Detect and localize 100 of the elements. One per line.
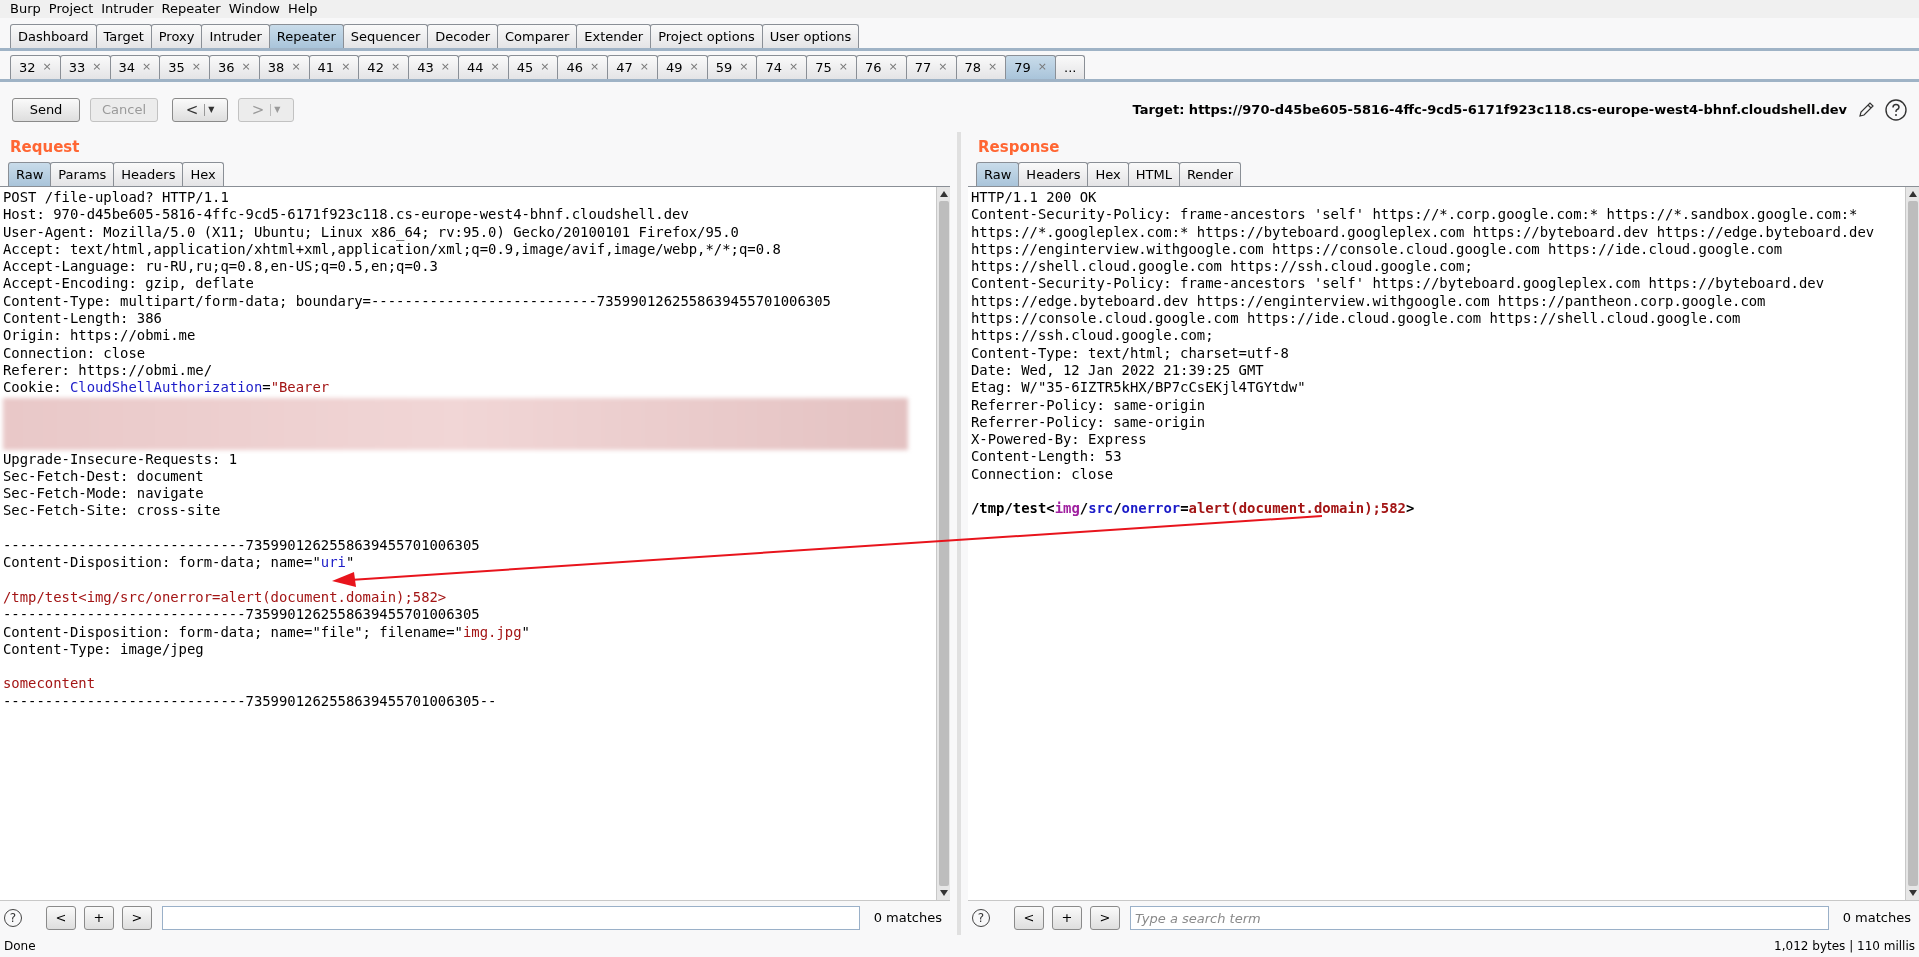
scroll-down-icon[interactable] [1908, 890, 1917, 896]
request-tab[interactable]: 78 × [955, 55, 1007, 79]
request-tab[interactable]: 76 × [856, 55, 907, 79]
tab[interactable]: Hex [1087, 162, 1129, 186]
tab[interactable]: Target [95, 24, 152, 48]
code-line: Content-Type: image/jpeg [3, 640, 204, 659]
tab[interactable]: Extender [576, 24, 652, 48]
send-button[interactable]: Send [12, 98, 80, 122]
request-tab[interactable]: 74 × [756, 55, 808, 79]
response-stats: 1,012 bytes | 110 millis [1774, 938, 1915, 955]
code-line: Sec-Fetch-Dest: document [3, 467, 204, 486]
menu-item[interactable]: Intruder [101, 0, 154, 19]
tab[interactable]: Params [50, 162, 115, 186]
request-tab[interactable]: 34 × [109, 55, 161, 79]
tab[interactable]: Decoder [427, 24, 499, 48]
close-icon[interactable]: × [42, 59, 52, 76]
scroll-down-icon[interactable] [939, 890, 948, 896]
close-icon[interactable]: × [888, 59, 898, 76]
request-tab[interactable]: 38 × [258, 55, 310, 79]
scroll-up-icon[interactable] [1908, 191, 1917, 197]
menu-item[interactable]: Help [288, 0, 318, 19]
close-icon[interactable]: × [440, 59, 450, 76]
tab-label: 32 [19, 58, 36, 77]
menu-item[interactable]: Project [48, 0, 94, 19]
tab[interactable]: Intruder [201, 24, 270, 48]
request-tab[interactable]: 44 × [457, 55, 509, 79]
code-line: Accept: text/html,application/xhtml+xml,application/xml;q=0.9,image/avif,image/webp,*/*;q=0.8 [3, 240, 781, 259]
tab[interactable]: HTML [1127, 162, 1180, 186]
tab[interactable]: Repeater [268, 24, 344, 48]
close-icon[interactable]: × [390, 59, 401, 76]
tab[interactable]: Render [1178, 162, 1242, 186]
request-tab[interactable]: 59 × [706, 55, 758, 79]
request-tab[interactable]: 43 × [408, 55, 459, 79]
close-icon[interactable]: × [191, 59, 202, 76]
request-tab[interactable]: 77 × [905, 55, 957, 79]
close-icon[interactable]: × [689, 59, 699, 76]
close-icon[interactable]: × [291, 59, 301, 76]
close-icon[interactable]: × [639, 59, 649, 76]
help-icon[interactable] [1885, 99, 1907, 121]
close-icon[interactable]: × [490, 59, 500, 76]
request-tab[interactable]: 75 × [806, 55, 857, 79]
pencil-icon[interactable] [1857, 101, 1875, 119]
request-tab[interactable]: 49 × [656, 55, 708, 79]
previous-match-button[interactable]: < [46, 906, 76, 930]
add-button[interactable]: + [1052, 906, 1082, 930]
request-tab[interactable]: 36 × [209, 55, 260, 79]
close-icon[interactable]: × [789, 59, 799, 76]
close-icon[interactable]: × [540, 59, 550, 76]
tab[interactable]: Raw [8, 162, 52, 186]
scroll-thumb[interactable] [1907, 201, 1918, 886]
next-match-button[interactable]: > [1090, 906, 1120, 930]
menu-item[interactable]: Repeater [161, 0, 221, 19]
tab[interactable]: Headers [1018, 162, 1089, 186]
close-icon[interactable]: × [589, 59, 600, 76]
tab[interactable]: User options [761, 24, 860, 48]
request-tab[interactable]: 35 × [159, 55, 211, 79]
close-icon[interactable]: × [838, 59, 848, 76]
request-tab[interactable]: 79 × [1005, 55, 1057, 79]
request-tab[interactable]: 32 × [10, 55, 61, 79]
menu-item[interactable]: Window [228, 0, 280, 19]
tab-label: 79 [1014, 58, 1031, 77]
scroll-thumb[interactable] [938, 201, 949, 886]
tab[interactable]: Raw [976, 162, 1020, 186]
tab-label: 78 [964, 58, 982, 77]
tab[interactable]: Project options [650, 24, 763, 48]
tab[interactable]: Dashboard [10, 24, 97, 48]
panel-title: Request [9, 136, 81, 158]
close-icon[interactable]: × [988, 59, 998, 76]
close-icon[interactable]: × [241, 59, 251, 76]
scroll-up-icon[interactable] [939, 191, 948, 197]
tab[interactable]: Headers [113, 162, 184, 186]
close-icon[interactable]: × [142, 59, 152, 76]
scrollbar[interactable] [1905, 187, 1919, 900]
tab-label: 35 [168, 58, 185, 77]
more-tabs-button[interactable]: ... [1055, 55, 1086, 79]
close-icon[interactable]: × [739, 59, 749, 76]
next-match-button[interactable]: > [122, 906, 152, 930]
close-icon[interactable]: × [92, 59, 102, 76]
scrollbar[interactable] [936, 187, 950, 900]
panel-title: Response [977, 136, 1061, 158]
search-field[interactable] [162, 906, 860, 930]
request-tab[interactable]: 46 × [557, 55, 609, 79]
tab[interactable]: Comparer [497, 24, 578, 48]
code-line: Connection: close [3, 344, 146, 362]
close-icon[interactable]: × [341, 59, 351, 76]
tab[interactable]: Proxy [150, 24, 203, 48]
add-button[interactable]: + [84, 906, 114, 930]
request-tab[interactable]: 41 × [308, 55, 360, 79]
request-tab[interactable]: 33 × [59, 55, 111, 79]
previous-match-button[interactable]: < [1014, 906, 1044, 930]
tab[interactable]: Sequencer [342, 24, 429, 48]
back-button[interactable]: < ▼ [172, 98, 228, 122]
close-icon[interactable]: × [938, 59, 948, 76]
tab[interactable]: Hex [182, 162, 224, 186]
request-tab[interactable]: 42 × [358, 55, 410, 79]
request-tab[interactable]: 45 × [507, 55, 559, 79]
code-line: Host: 970-d45be605-5816-4ffc-9cd5-6171f923c118.cs-europe-west4-bhnf.cloudshell.dev [3, 206, 689, 224]
search-field[interactable]: Type a search term [1130, 906, 1829, 930]
menu-item[interactable]: Burp [10, 0, 41, 19]
request-tab[interactable]: 47 × [607, 55, 658, 79]
